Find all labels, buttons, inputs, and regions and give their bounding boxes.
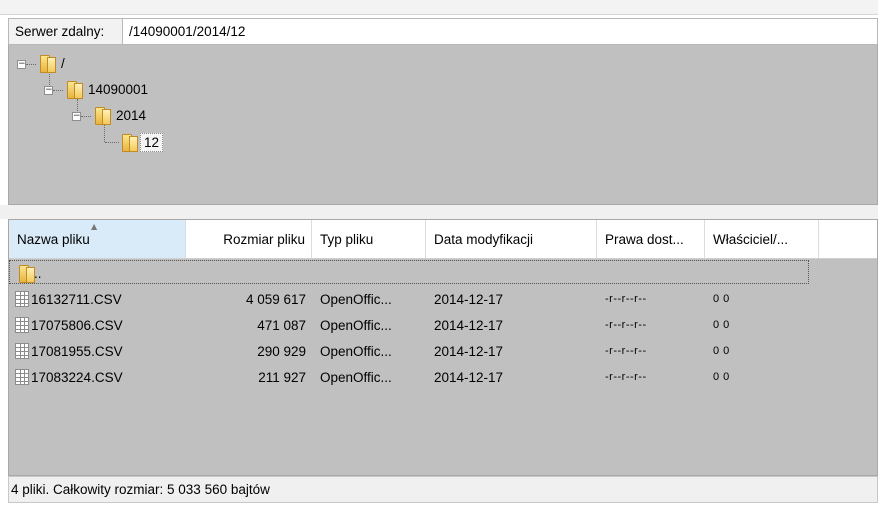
tree-collapse-icon[interactable]: − [44, 86, 53, 95]
file-owner-cell: 0 0 [713, 371, 730, 383]
tree-collapse-icon[interactable]: − [72, 112, 81, 121]
file-date-cell: 2014-12-17 [434, 343, 504, 359]
tree-node-label: 14090001 [88, 81, 149, 97]
tree-node-14090001[interactable]: 14090001 [64, 79, 151, 99]
file-date-cell: 2014-12-17 [434, 291, 504, 307]
column-header-type[interactable]: Typ pliku [312, 220, 426, 258]
toolbar-area [0, 0, 878, 15]
file-type-cell: OpenOffic... [320, 343, 392, 359]
folder-icon [119, 133, 138, 152]
folder-icon [37, 54, 56, 73]
tree-node-root[interactable]: / [37, 53, 68, 73]
file-size-cell: 471 087 [257, 317, 306, 333]
folder-icon [64, 80, 83, 99]
file-permissions-cell: -r--r--r-- [605, 345, 647, 357]
remote-path-input[interactable]: /14090001/2014/12 [122, 18, 878, 45]
status-bar: 4 pliki. Całkowity rozmiar: 5 033 560 ba… [8, 476, 878, 503]
file-permissions-cell: -r--r--r-- [605, 293, 647, 305]
tree-connector [81, 116, 91, 117]
folder-icon [16, 264, 35, 283]
file-list-header: ▲ Nazwa pliku Rozmiar pliku Typ pliku Da… [9, 220, 877, 259]
file-size-cell: 4 059 617 [245, 291, 306, 307]
remote-file-list[interactable]: ▲ Nazwa pliku Rozmiar pliku Typ pliku Da… [8, 219, 878, 476]
remote-directory-tree[interactable]: − − − / 14090001 2014 12 [8, 45, 878, 205]
file-date-cell: 2014-12-17 [434, 317, 504, 333]
spreadsheet-file-icon [15, 317, 29, 333]
file-size-cell: 211 927 [258, 369, 306, 385]
file-owner-cell: 0 0 [713, 293, 730, 305]
file-name-cell: 17075806.CSV [15, 313, 185, 337]
parent-directory-row[interactable]: .. [9, 260, 809, 284]
file-name-cell: .. [16, 261, 136, 285]
file-owner-cell: 0 0 [713, 319, 730, 331]
tree-connector [53, 90, 63, 91]
file-type-cell: OpenOffic... [320, 317, 392, 333]
column-header-name[interactable]: ▲ Nazwa pliku [9, 220, 186, 258]
file-name-cell: 17083224.CSV [15, 365, 185, 389]
tree-node-label: / [61, 55, 65, 71]
spreadsheet-file-icon [15, 369, 29, 385]
tree-node-2014[interactable]: 2014 [92, 105, 149, 125]
file-permissions-cell: -r--r--r-- [605, 371, 647, 383]
file-type-cell: OpenOffic... [320, 291, 392, 307]
table-row[interactable]: 17075806.CSV 471 087 OpenOffic... 2014-1… [9, 313, 877, 337]
folder-icon [92, 106, 111, 125]
column-header-date[interactable]: Data modyfikacji [426, 220, 597, 258]
tree-node-12[interactable]: 12 [119, 132, 164, 152]
remote-path-bar: Serwer zdalny: /14090001/2014/12 [8, 18, 878, 45]
file-type-cell: OpenOffic... [320, 369, 392, 385]
column-header-owner[interactable]: Właściciel/... [705, 220, 819, 258]
file-name-cell: 17081955.CSV [15, 339, 185, 363]
remote-path-label: Serwer zdalny: [8, 18, 122, 45]
tree-node-label: 2014 [116, 107, 147, 123]
tree-connector [26, 64, 36, 65]
tree-collapse-icon[interactable]: − [17, 60, 26, 69]
tree-node-label: 12 [140, 132, 164, 152]
tree-connector [105, 142, 119, 143]
file-owner-cell: 0 0 [713, 345, 730, 357]
column-header-size[interactable]: Rozmiar pliku [186, 220, 312, 258]
file-name-cell: 16132711.CSV [15, 287, 185, 311]
file-permissions-cell: -r--r--r-- [605, 319, 647, 331]
tree-connector [104, 125, 105, 142]
table-row[interactable]: 17083224.CSV 211 927 OpenOffic... 2014-1… [9, 365, 877, 389]
spreadsheet-file-icon [15, 343, 29, 359]
file-size-cell: 290 929 [257, 343, 306, 359]
file-date-cell: 2014-12-17 [434, 369, 504, 385]
sort-ascending-icon: ▲ [91, 222, 98, 231]
table-row[interactable]: 16132711.CSV 4 059 617 OpenOffic... 2014… [9, 287, 877, 311]
pane-splitter[interactable] [0, 205, 878, 219]
column-header-permissions[interactable]: Prawa dost... [597, 220, 705, 258]
table-row[interactable]: 17081955.CSV 290 929 OpenOffic... 2014-1… [9, 339, 877, 363]
spreadsheet-file-icon [15, 291, 29, 307]
